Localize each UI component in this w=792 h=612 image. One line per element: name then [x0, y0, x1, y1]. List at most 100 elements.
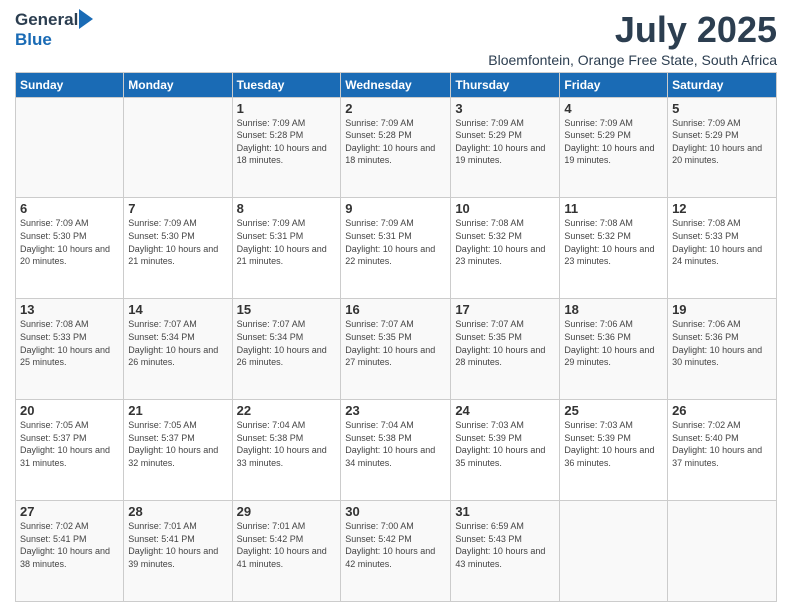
cell-content-line: Sunset: 5:29 PM: [672, 129, 772, 142]
cell-content-line: Daylight: 10 hours and 26 minutes.: [128, 344, 227, 369]
calendar-cell: 26Sunrise: 7:02 AMSunset: 5:40 PMDayligh…: [668, 400, 777, 501]
cell-content-line: Daylight: 10 hours and 39 minutes.: [128, 545, 227, 570]
cell-content-line: Daylight: 10 hours and 22 minutes.: [345, 243, 446, 268]
calendar-cell: 24Sunrise: 7:03 AMSunset: 5:39 PMDayligh…: [451, 400, 560, 501]
calendar-cell: 25Sunrise: 7:03 AMSunset: 5:39 PMDayligh…: [560, 400, 668, 501]
calendar-cell: 23Sunrise: 7:04 AMSunset: 5:38 PMDayligh…: [341, 400, 451, 501]
cell-content-line: Sunset: 5:36 PM: [564, 331, 663, 344]
cell-content-line: Daylight: 10 hours and 23 minutes.: [455, 243, 555, 268]
day-number: 15: [237, 302, 337, 317]
cell-content-line: Daylight: 10 hours and 19 minutes.: [564, 142, 663, 167]
cell-content-line: Sunrise: 7:08 AM: [564, 217, 663, 230]
cell-content-line: Sunset: 5:29 PM: [455, 129, 555, 142]
cell-content-line: Daylight: 10 hours and 19 minutes.: [455, 142, 555, 167]
cell-content-line: Sunset: 5:33 PM: [20, 331, 119, 344]
cell-content-line: Daylight: 10 hours and 18 minutes.: [237, 142, 337, 167]
cell-content-line: Daylight: 10 hours and 26 minutes.: [237, 344, 337, 369]
cell-content-line: Sunrise: 7:00 AM: [345, 520, 446, 533]
day-of-week-header: Friday: [560, 72, 668, 97]
calendar-cell: [124, 97, 232, 198]
cell-content-line: Sunset: 5:35 PM: [455, 331, 555, 344]
cell-content-line: Sunset: 5:43 PM: [455, 533, 555, 546]
calendar-cell: 8Sunrise: 7:09 AMSunset: 5:31 PMDaylight…: [232, 198, 341, 299]
cell-content-line: Daylight: 10 hours and 25 minutes.: [20, 344, 119, 369]
cell-content-line: Sunset: 5:34 PM: [128, 331, 227, 344]
cell-content-line: Daylight: 10 hours and 37 minutes.: [672, 444, 772, 469]
cell-content-line: Sunset: 5:30 PM: [128, 230, 227, 243]
cell-content-line: Sunrise: 7:09 AM: [345, 117, 446, 130]
calendar-cell: 4Sunrise: 7:09 AMSunset: 5:29 PMDaylight…: [560, 97, 668, 198]
calendar-cell: 13Sunrise: 7:08 AMSunset: 5:33 PMDayligh…: [16, 299, 124, 400]
header: General Blue July 2025 Bloemfontein, Ora…: [15, 10, 777, 68]
cell-content-line: Sunset: 5:37 PM: [128, 432, 227, 445]
logo-blue: Blue: [15, 30, 52, 49]
cell-content-line: Sunset: 5:38 PM: [237, 432, 337, 445]
cell-content-line: Sunrise: 7:07 AM: [237, 318, 337, 331]
day-number: 26: [672, 403, 772, 418]
day-number: 24: [455, 403, 555, 418]
calendar-week-row: 27Sunrise: 7:02 AMSunset: 5:41 PMDayligh…: [16, 501, 777, 602]
day-number: 29: [237, 504, 337, 519]
day-number: 27: [20, 504, 119, 519]
cell-content-line: Sunset: 5:29 PM: [564, 129, 663, 142]
cell-content-line: Sunset: 5:32 PM: [455, 230, 555, 243]
cell-content-line: Sunset: 5:37 PM: [20, 432, 119, 445]
day-number: 3: [455, 101, 555, 116]
cell-content-line: Sunset: 5:30 PM: [20, 230, 119, 243]
day-of-week-header: Tuesday: [232, 72, 341, 97]
calendar-cell: 20Sunrise: 7:05 AMSunset: 5:37 PMDayligh…: [16, 400, 124, 501]
calendar-cell: 1Sunrise: 7:09 AMSunset: 5:28 PMDaylight…: [232, 97, 341, 198]
calendar-cell: 6Sunrise: 7:09 AMSunset: 5:30 PMDaylight…: [16, 198, 124, 299]
cell-content-line: Sunset: 5:38 PM: [345, 432, 446, 445]
calendar-cell: 14Sunrise: 7:07 AMSunset: 5:34 PMDayligh…: [124, 299, 232, 400]
cell-content-line: Daylight: 10 hours and 27 minutes.: [345, 344, 446, 369]
cell-content-line: Sunrise: 7:09 AM: [564, 117, 663, 130]
cell-content-line: Daylight: 10 hours and 30 minutes.: [672, 344, 772, 369]
calendar-week-row: 6Sunrise: 7:09 AMSunset: 5:30 PMDaylight…: [16, 198, 777, 299]
cell-content-line: Daylight: 10 hours and 29 minutes.: [564, 344, 663, 369]
calendar-cell: 30Sunrise: 7:00 AMSunset: 5:42 PMDayligh…: [341, 501, 451, 602]
cell-content-line: Sunset: 5:41 PM: [20, 533, 119, 546]
day-number: 6: [20, 201, 119, 216]
cell-content-line: Sunset: 5:41 PM: [128, 533, 227, 546]
cell-content-line: Daylight: 10 hours and 43 minutes.: [455, 545, 555, 570]
cell-content-line: Sunrise: 7:03 AM: [455, 419, 555, 432]
logo-triangle-icon: [79, 9, 93, 29]
cell-content-line: Sunset: 5:42 PM: [237, 533, 337, 546]
calendar-cell: 2Sunrise: 7:09 AMSunset: 5:28 PMDaylight…: [341, 97, 451, 198]
day-number: 10: [455, 201, 555, 216]
calendar-cell: 10Sunrise: 7:08 AMSunset: 5:32 PMDayligh…: [451, 198, 560, 299]
cell-content-line: Sunset: 5:40 PM: [672, 432, 772, 445]
cell-content-line: Sunset: 5:34 PM: [237, 331, 337, 344]
day-of-week-header: Wednesday: [341, 72, 451, 97]
calendar-cell: 31Sunrise: 6:59 AMSunset: 5:43 PMDayligh…: [451, 501, 560, 602]
day-number: 16: [345, 302, 446, 317]
cell-content-line: Daylight: 10 hours and 28 minutes.: [455, 344, 555, 369]
calendar-cell: 9Sunrise: 7:09 AMSunset: 5:31 PMDaylight…: [341, 198, 451, 299]
header-row: SundayMondayTuesdayWednesdayThursdayFrid…: [16, 72, 777, 97]
calendar-week-row: 20Sunrise: 7:05 AMSunset: 5:37 PMDayligh…: [16, 400, 777, 501]
calendar-cell: 22Sunrise: 7:04 AMSunset: 5:38 PMDayligh…: [232, 400, 341, 501]
day-number: 13: [20, 302, 119, 317]
cell-content-line: Sunrise: 7:09 AM: [455, 117, 555, 130]
cell-content-line: Sunrise: 7:09 AM: [345, 217, 446, 230]
day-number: 18: [564, 302, 663, 317]
cell-content-line: Daylight: 10 hours and 21 minutes.: [237, 243, 337, 268]
calendar-cell: 27Sunrise: 7:02 AMSunset: 5:41 PMDayligh…: [16, 501, 124, 602]
day-number: 31: [455, 504, 555, 519]
calendar-cell: 19Sunrise: 7:06 AMSunset: 5:36 PMDayligh…: [668, 299, 777, 400]
calendar-cell: 18Sunrise: 7:06 AMSunset: 5:36 PMDayligh…: [560, 299, 668, 400]
day-number: 30: [345, 504, 446, 519]
cell-content-line: Sunrise: 7:09 AM: [20, 217, 119, 230]
cell-content-line: Sunset: 5:33 PM: [672, 230, 772, 243]
day-number: 21: [128, 403, 227, 418]
cell-content-line: Sunrise: 7:07 AM: [455, 318, 555, 331]
cell-content-line: Sunset: 5:36 PM: [672, 331, 772, 344]
calendar-page: General Blue July 2025 Bloemfontein, Ora…: [0, 0, 792, 612]
cell-content-line: Sunrise: 7:03 AM: [564, 419, 663, 432]
main-title: July 2025: [488, 10, 777, 50]
day-number: 8: [237, 201, 337, 216]
day-number: 7: [128, 201, 227, 216]
cell-content-line: Daylight: 10 hours and 32 minutes.: [128, 444, 227, 469]
calendar-cell: 21Sunrise: 7:05 AMSunset: 5:37 PMDayligh…: [124, 400, 232, 501]
